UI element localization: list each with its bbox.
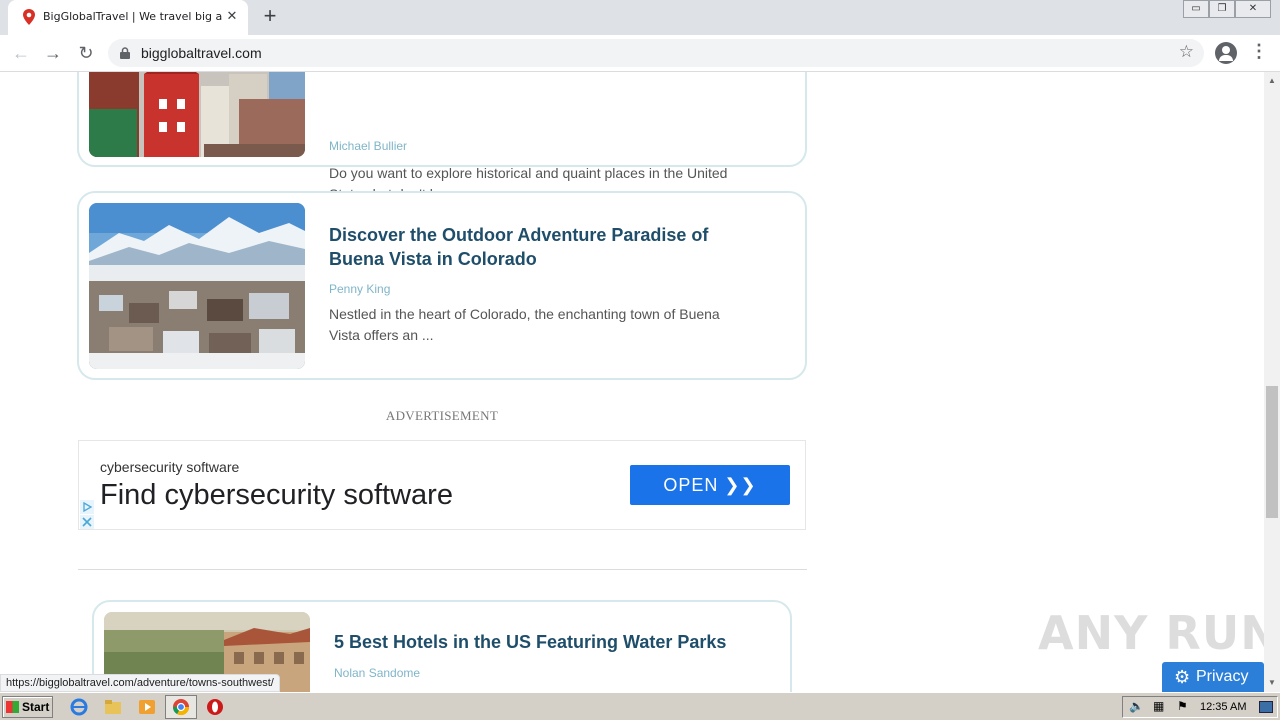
- network-icon[interactable]: ▦: [1153, 699, 1164, 713]
- article-title[interactable]: Discover the Outdoor Adventure Paradise …: [329, 223, 749, 271]
- account-icon[interactable]: [1215, 42, 1237, 64]
- start-label: Start: [22, 700, 50, 714]
- tab-strip: BigGlobalTravel | We travel big and g ✕ …: [0, 0, 1280, 35]
- ad-headline[interactable]: Find cybersecurity software: [100, 479, 453, 512]
- internet-explorer-icon[interactable]: [70, 698, 88, 716]
- article-card[interactable]: Discover the Outdoor Adventure Paradise …: [77, 191, 807, 380]
- page-scrollbar[interactable]: ▲ ▼: [1264, 72, 1280, 692]
- adchoices-icon[interactable]: [79, 499, 95, 529]
- bookmark-star-icon[interactable]: ☆: [1179, 42, 1194, 62]
- show-desktop-icon[interactable]: [1259, 701, 1273, 713]
- ad-small-text[interactable]: cybersecurity software: [100, 459, 239, 475]
- file-explorer-icon[interactable]: [104, 698, 122, 716]
- address-bar[interactable]: bigglobaltravel.com ☆: [108, 39, 1204, 67]
- location-pin-icon: [23, 9, 35, 25]
- url-text: bigglobaltravel.com: [141, 45, 262, 61]
- page-viewport: Michael Bullier Do you want to explore h…: [0, 72, 1264, 692]
- article-author[interactable]: Michael Bullier: [329, 139, 407, 153]
- close-tab-icon[interactable]: ✕: [224, 8, 240, 24]
- scroll-down-icon[interactable]: ▼: [1268, 678, 1276, 687]
- article-title[interactable]: 5 Best Hotels in the US Featuring Water …: [334, 630, 774, 654]
- browser-tab[interactable]: BigGlobalTravel | We travel big and g ✕: [8, 0, 248, 35]
- article-thumbnail[interactable]: [89, 72, 305, 157]
- article-author[interactable]: Penny King: [329, 282, 390, 296]
- back-arrow-icon[interactable]: ←: [9, 41, 33, 65]
- opera-icon[interactable]: [206, 698, 224, 716]
- start-button[interactable]: Start: [2, 696, 53, 718]
- flag-icon[interactable]: ⚑: [1177, 699, 1188, 713]
- new-tab-button[interactable]: +: [260, 5, 280, 28]
- ad-open-button[interactable]: OPEN ❯❯: [630, 465, 790, 505]
- privacy-button[interactable]: ⚙ Privacy: [1162, 662, 1264, 692]
- windows-logo-icon: [6, 701, 19, 713]
- forward-arrow-icon[interactable]: →: [41, 41, 65, 65]
- section-divider: [78, 569, 807, 570]
- article-author[interactable]: Nolan Sandome: [334, 666, 420, 680]
- restore-button[interactable]: ❐: [1209, 0, 1235, 18]
- scroll-up-icon[interactable]: ▲: [1268, 76, 1276, 85]
- minimize-button[interactable]: ▭: [1183, 0, 1209, 18]
- reload-icon[interactable]: ↻: [74, 41, 98, 65]
- status-url-bubble: https://bigglobaltravel.com/adventure/to…: [0, 674, 280, 692]
- town-street-image: [89, 72, 305, 157]
- ad-banner[interactable]: cybersecurity software Find cybersecurit…: [78, 440, 806, 530]
- anyrun-watermark: ANY RUN: [1038, 606, 1280, 660]
- buena-vista-image: [89, 203, 305, 369]
- volume-icon[interactable]: 🔈: [1129, 699, 1144, 713]
- close-window-button[interactable]: ✕: [1235, 0, 1271, 18]
- media-player-icon[interactable]: [138, 698, 156, 716]
- gear-icon: ⚙: [1174, 667, 1191, 687]
- clock: 12:35 AM: [1200, 701, 1247, 713]
- lock-icon: [120, 47, 130, 59]
- advertisement-label: ADVERTISEMENT: [385, 408, 499, 423]
- article-thumbnail[interactable]: [89, 203, 305, 369]
- browser-toolbar: ← → ↻ bigglobaltravel.com ☆ ⋮: [0, 35, 1280, 72]
- browser-menu-icon[interactable]: ⋮: [1250, 41, 1268, 62]
- scrollbar-thumb[interactable]: [1266, 386, 1278, 518]
- article-card[interactable]: Michael Bullier Do you want to explore h…: [77, 72, 807, 202]
- windows-taskbar: Start 🔈 ▦ ⚑ 12:35 AM: [0, 692, 1280, 720]
- article-excerpt: Nestled in the heart of Colorado, the en…: [329, 306, 720, 343]
- chrome-taskbar-button[interactable]: [165, 695, 197, 719]
- chrome-icon: [172, 699, 190, 716]
- tab-title: BigGlobalTravel | We travel big and g: [43, 10, 223, 23]
- privacy-label: Privacy: [1196, 668, 1249, 685]
